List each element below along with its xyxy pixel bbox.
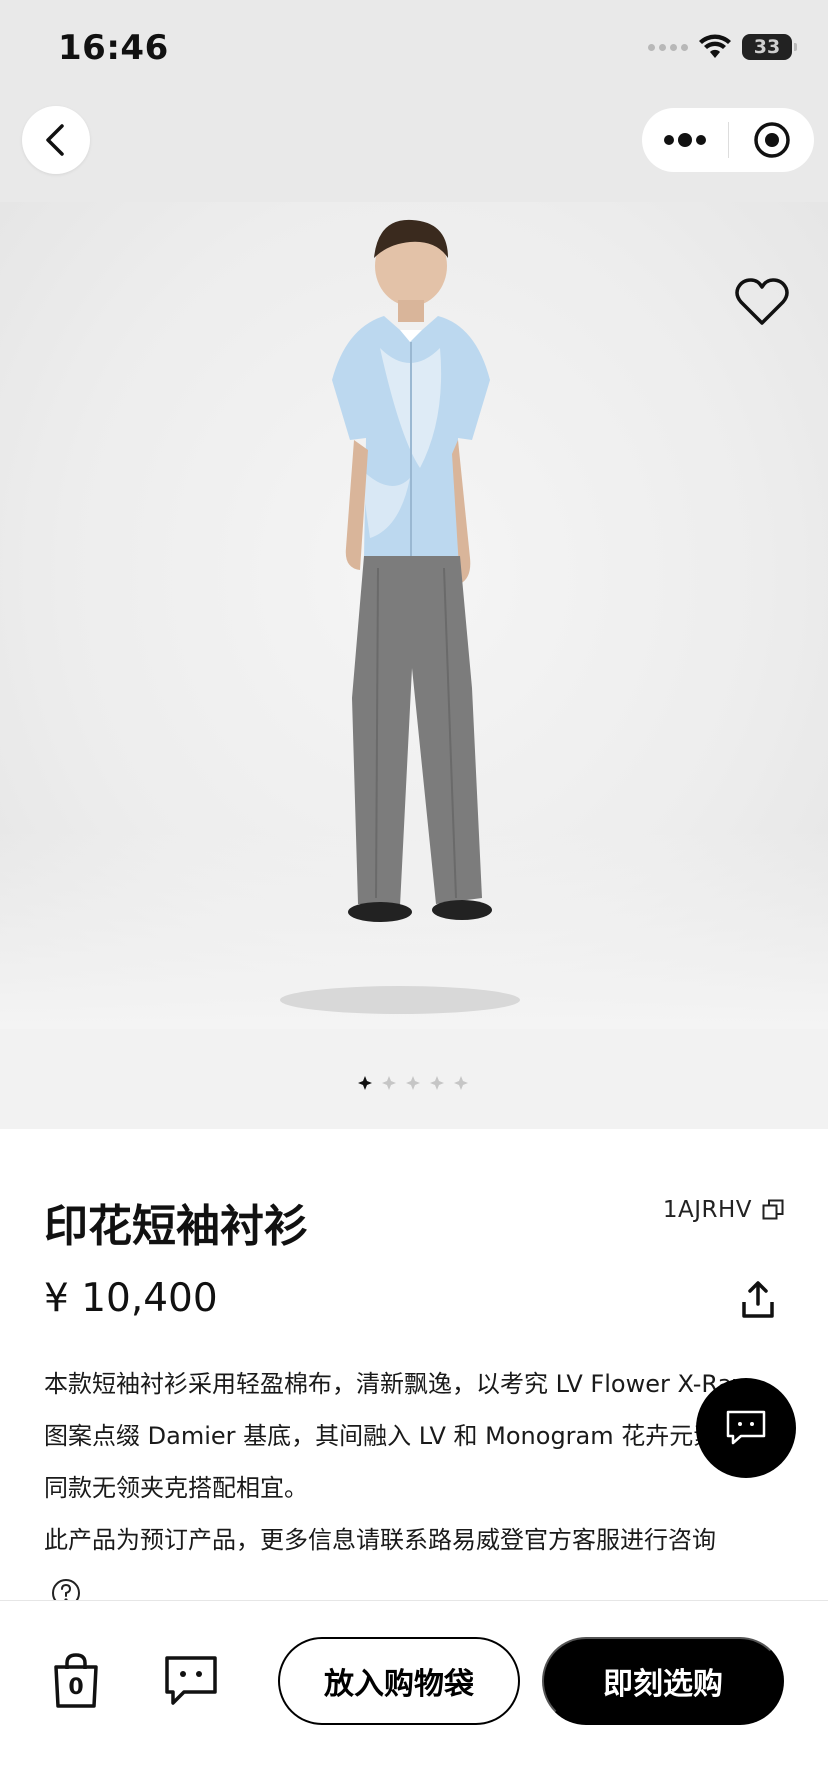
- status-time: 16:46: [58, 28, 169, 68]
- favorite-button[interactable]: [734, 276, 790, 328]
- chat-bubble-icon: [726, 1410, 766, 1445]
- wifi-icon: [699, 34, 731, 58]
- status-icons: 33: [648, 34, 797, 60]
- product-photo: [280, 219, 520, 1014]
- description-line: 此产品为预订产品，更多信息请联系路易威登官方客服进行咨询: [44, 1526, 716, 1554]
- close-mini-program-button[interactable]: [729, 108, 814, 172]
- share-icon[interactable]: [740, 1280, 776, 1320]
- message-button[interactable]: [164, 1655, 218, 1707]
- sku-text: 1AJRHV: [662, 1197, 752, 1223]
- gallery-pagination: [0, 1029, 828, 1129]
- product-image-gallery[interactable]: [0, 202, 828, 1029]
- more-button[interactable]: [642, 108, 728, 172]
- description-line: 本款短袖衬衫采用轻盈棉布，清新飘逸，以考究 LV Flower X-Ray: [44, 1370, 747, 1398]
- signal-icon: [648, 43, 688, 51]
- pagination-dot[interactable]: [454, 1076, 468, 1090]
- product-title: 印花短袖衬衫: [44, 1201, 308, 1252]
- product-sku[interactable]: 1AJRHV: [663, 1197, 784, 1223]
- description-line: 同款无领夹克搭配相宜。: [44, 1474, 308, 1502]
- message-icon: [165, 1656, 217, 1705]
- mini-program-capsule: [642, 108, 814, 172]
- bag-count: 0: [68, 1675, 84, 1700]
- product-description: 本款短袖衬衫采用轻盈棉布，清新飘逸，以考究 LV Flower X-Ray 图案…: [44, 1358, 784, 1566]
- copy-icon[interactable]: [762, 1199, 784, 1221]
- pagination-dot-active[interactable]: [358, 1076, 372, 1090]
- buy-now-button[interactable]: 即刻选购: [542, 1637, 784, 1725]
- product-price: ¥ 10,400: [44, 1276, 218, 1321]
- add-to-bag-button[interactable]: 放入购物袋: [278, 1637, 520, 1725]
- pagination-dot[interactable]: [406, 1076, 420, 1090]
- chevron-left-icon: [46, 124, 64, 156]
- description-line: 图案点缀 Damier 基底，其间融入 LV 和 Monogram 花卉元素，: [44, 1422, 742, 1450]
- battery-icon: 33: [742, 34, 797, 60]
- pagination-dot[interactable]: [430, 1076, 444, 1090]
- bottom-action-bar: 0 放入购物袋 即刻选购: [0, 1600, 828, 1792]
- customer-service-button[interactable]: [696, 1378, 796, 1478]
- more-dots-icon: [664, 133, 706, 147]
- shopping-bag-button[interactable]: 0: [52, 1653, 100, 1709]
- target-circle-icon: [753, 122, 790, 158]
- back-button[interactable]: [22, 106, 90, 174]
- pagination-dots: [358, 1076, 468, 1090]
- pagination-dot[interactable]: [382, 1076, 396, 1090]
- top-area: 16:46 33: [0, 0, 828, 202]
